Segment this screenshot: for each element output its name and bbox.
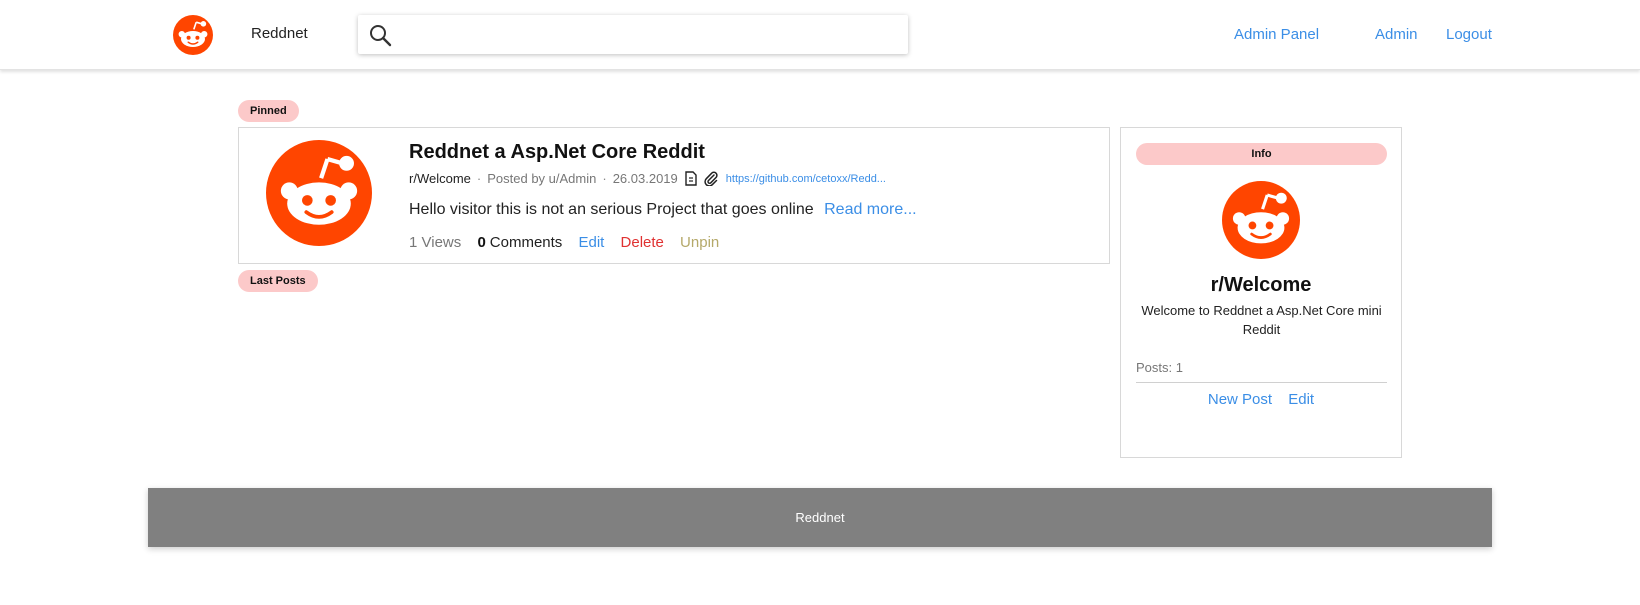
reddit-alien-icon[interactable]	[173, 15, 213, 55]
reddit-alien-icon	[266, 140, 372, 246]
post-url-link[interactable]: https://github.com/cetoxx/Redd...	[726, 173, 886, 185]
search-input[interactable]	[404, 20, 898, 49]
unpin-post-button[interactable]: Unpin	[680, 234, 719, 251]
brand-link[interactable]: Reddnet	[251, 25, 308, 42]
search-box	[358, 15, 908, 54]
navbar: Reddnet Admin Panel Admin Logout	[0, 0, 1640, 70]
post-body: Hello visitor this is not an serious Pro…	[409, 201, 917, 219]
pinned-tag: Pinned	[238, 100, 299, 122]
posts-count: Posts: 1	[1136, 360, 1183, 375]
edit-subreddit-button[interactable]: Edit	[1288, 391, 1314, 408]
footer: Reddnet	[148, 488, 1492, 547]
subreddit-link[interactable]: r/Welcome	[409, 171, 471, 186]
meta-separator: ·	[476, 171, 482, 186]
post-excerpt: Hello visitor this is not an serious Pro…	[409, 201, 814, 218]
post-title[interactable]: Reddnet a Asp.Net Core Reddit	[409, 141, 705, 164]
comments-count: 0	[477, 234, 486, 251]
info-badge: Info	[1136, 143, 1387, 165]
reddit-alien-icon	[1222, 181, 1300, 259]
read-more-link[interactable]: Read more...	[824, 201, 916, 218]
edit-post-button[interactable]: Edit	[578, 234, 604, 251]
last-posts-tag: Last Posts	[238, 270, 318, 292]
subreddit-description: Welcome to Reddnet a Asp.Net Core mini R…	[1141, 303, 1382, 337]
info-actions: New Post Edit	[1121, 391, 1401, 408]
new-post-button[interactable]: New Post	[1208, 391, 1272, 408]
delete-post-button[interactable]: Delete	[621, 234, 664, 251]
posted-by: Posted by u/Admin	[487, 171, 597, 186]
post-date: 26.03.2019	[612, 171, 678, 186]
subreddit-title: r/Welcome	[1210, 274, 1312, 296]
meta-separator: ·	[602, 171, 607, 186]
post-meta: r/Welcome · Posted by u/Admin · 26.03.20…	[409, 171, 886, 186]
subreddit-info-card: Info r/Welcome Welcome to Reddnet a Asp.…	[1120, 127, 1402, 458]
search-icon	[370, 25, 392, 47]
divider	[1136, 382, 1387, 383]
document-icon	[685, 171, 697, 186]
post-card: Reddnet a Asp.Net Core Reddit r/Welcome …	[238, 127, 1110, 264]
logout-link[interactable]: Logout	[1446, 26, 1492, 43]
comments-link[interactable]: Comments	[490, 234, 563, 251]
paperclip-icon	[704, 171, 718, 186]
post-actions: 1 Views 0 Comments Edit Delete Unpin	[409, 234, 731, 251]
views-count: 1 Views	[409, 234, 462, 251]
admin-user-link[interactable]: Admin	[1375, 26, 1418, 43]
admin-panel-link[interactable]: Admin Panel	[1234, 26, 1319, 43]
